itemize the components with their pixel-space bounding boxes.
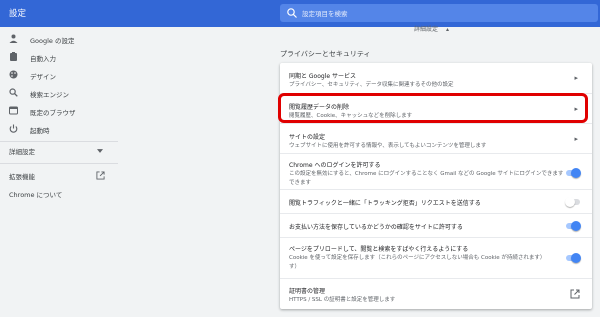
row-subtitle: ウェブサイトに使用を許可する情報や、表示してもよいコンテンツを管理します — [289, 143, 487, 149]
row-allow-chrome-signin[interactable]: Chrome へのログインを許可する この設定を無効にすると、Chrome にロ… — [280, 153, 592, 189]
do-not-track-toggle[interactable] — [565, 197, 580, 207]
sidebar: Google の設定 自動入力 デザイン 検索エンジン 既定のブラウザ 起動時 … — [0, 27, 118, 317]
search-icon — [9, 88, 18, 97]
row-title: お支払い方法を保存しているかどうかの確認をサイトに許可する — [289, 224, 463, 231]
browser-icon — [9, 106, 18, 115]
sidebar-item-label: 自動入力 — [30, 55, 56, 63]
row-title: 閲覧トラフィックと一緒に「トラッキング拒否」リクエストを送信する — [289, 200, 481, 207]
row-subtitle: この設定を無効にすると、Chrome にログインすることなく Gmail などの… — [289, 171, 564, 177]
row-payment-methods[interactable]: お支払い方法を保存しているかどうかの確認をサイトに許可する — [280, 213, 592, 237]
external-link-icon — [570, 289, 580, 299]
sidebar-divider — [0, 141, 118, 142]
sidebar-about-chrome[interactable]: Chrome について — [9, 189, 62, 199]
sidebar-item-label: デザイン — [30, 73, 56, 81]
highlight-annotation — [278, 93, 588, 123]
sidebar-item-google[interactable]: Google の設定 — [0, 30, 118, 48]
row-manage-certificates[interactable]: 証明書の管理 HTTPS / SSL の証明書と設定を管理します — [280, 278, 592, 309]
search-box[interactable]: 設定項目を検索 — [280, 4, 598, 22]
sidebar-item-on-startup[interactable]: 起動時 — [0, 120, 118, 138]
row-subtitle-cont: できます — [289, 180, 312, 186]
row-title: Chrome へのログインを許可する — [289, 162, 381, 169]
sidebar-item-default-browser[interactable]: 既定のブラウザ — [0, 102, 118, 120]
sidebar-item-label: Google の設定 — [30, 37, 75, 45]
person-icon — [9, 34, 18, 43]
search-icon — [287, 8, 297, 18]
chevron-down-icon — [97, 149, 103, 153]
row-preload-pages[interactable]: ページをプリロードして、閲覧と検索をすばやく行えるようにする Cookie を使… — [280, 237, 592, 278]
row-do-not-track[interactable]: 閲覧トラフィックと一緒に「トラッキング拒否」リクエストを送信する — [280, 189, 592, 213]
row-subtitle: Cookie を使って設定を保存します（これらのページにアクセスしない場合も C… — [289, 255, 546, 261]
row-title: サイトの設定 — [289, 134, 326, 141]
search-placeholder: 設定項目を検索 — [302, 10, 348, 18]
sidebar-advanced[interactable]: 詳細設定 — [0, 144, 118, 158]
app-title: 設定 — [9, 9, 27, 19]
row-title: ページをプリロードして、閲覧と検索をすばやく行えるようにする — [289, 246, 469, 253]
chevron-right-icon: ▸ — [574, 74, 578, 82]
sidebar-extensions-label: 拡張機能 — [9, 173, 35, 181]
sidebar-divider — [0, 163, 118, 164]
row-subtitle: HTTPS / SSL の証明書と設定を管理します — [289, 297, 396, 303]
clipboard-icon — [10, 52, 17, 61]
row-title: 証明書の管理 — [289, 288, 326, 295]
power-icon — [9, 124, 18, 133]
chevron-right-icon: ▸ — [574, 135, 578, 143]
external-link-icon — [96, 171, 105, 180]
preload-pages-toggle[interactable] — [566, 253, 581, 263]
breadcrumb[interactable]: 詳細設定 ▴ — [414, 24, 449, 33]
row-site-settings[interactable]: サイトの設定 ウェブサイトに使用を許可する情報や、表示してもよいコンテンツを管理… — [280, 123, 592, 153]
sidebar-item-label: 検索エンジン — [30, 91, 69, 99]
allow-signin-toggle[interactable] — [566, 168, 581, 178]
row-title: 同期と Google サービス — [289, 73, 356, 80]
palette-icon — [9, 70, 18, 79]
row-subtitle: プライバシー、セキュリティ、データ収集に関連するその他の設定 — [289, 82, 454, 88]
payment-methods-toggle[interactable] — [566, 221, 581, 231]
top-bar: 設定 設定項目を検索 — [0, 0, 600, 27]
sidebar-item-label: 起動時 — [30, 127, 50, 135]
sidebar-item-label: 既定のブラウザ — [30, 109, 76, 117]
row-subtitle-cont: す） — [289, 264, 301, 270]
chevron-up-icon: ▴ — [445, 26, 449, 33]
sidebar-advanced-label: 詳細設定 — [9, 148, 35, 156]
sidebar-item-appearance[interactable]: デザイン — [0, 66, 118, 84]
section-title: プライバシーとセキュリティ — [280, 50, 371, 58]
sidebar-item-autofill[interactable]: 自動入力 — [0, 48, 118, 66]
sidebar-item-search-engine[interactable]: 検索エンジン — [0, 84, 118, 102]
row-sync-google-services[interactable]: 同期と Google サービス プライバシー、セキュリティ、データ収集に関連する… — [280, 63, 592, 93]
sidebar-extensions[interactable]: 拡張機能 — [0, 169, 118, 183]
breadcrumb-label: 詳細設定 — [414, 26, 439, 33]
